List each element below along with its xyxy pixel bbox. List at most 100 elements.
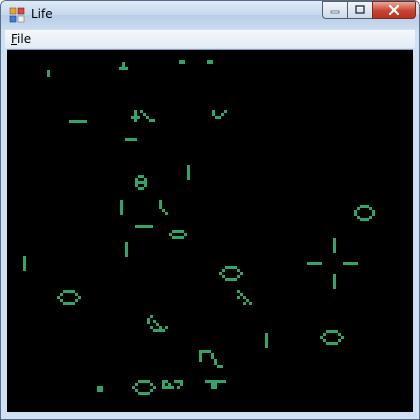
live-cell <box>140 110 143 113</box>
live-cell <box>135 178 138 181</box>
live-cell <box>217 365 220 368</box>
live-cell <box>177 386 180 389</box>
live-cell <box>172 236 175 239</box>
live-cell <box>135 225 138 228</box>
maximize-button[interactable] <box>347 1 373 19</box>
live-cell <box>84 120 87 123</box>
live-cell <box>199 353 202 356</box>
live-cell <box>349 262 352 265</box>
live-cell <box>78 296 81 299</box>
live-cell <box>187 165 190 168</box>
live-cell <box>181 236 184 239</box>
live-cell <box>202 350 205 353</box>
live-cell <box>172 230 175 233</box>
live-cell <box>156 329 159 332</box>
live-cell <box>181 230 184 233</box>
live-cell <box>23 268 26 271</box>
live-cell <box>147 392 150 395</box>
minimize-button[interactable] <box>322 1 348 19</box>
app-icon <box>9 7 25 23</box>
live-cell <box>208 380 211 383</box>
live-cell <box>100 389 103 392</box>
live-cell <box>69 290 72 293</box>
live-cell <box>333 280 336 283</box>
live-cell <box>137 116 140 119</box>
live-cell <box>125 67 128 70</box>
live-cell <box>147 318 150 321</box>
live-cell <box>214 359 217 362</box>
live-cell <box>199 359 202 362</box>
live-cell <box>144 181 147 184</box>
live-cell <box>205 380 208 383</box>
live-cell <box>144 225 147 228</box>
live-cell <box>159 329 162 332</box>
live-cell <box>168 386 171 389</box>
live-cell <box>211 380 214 383</box>
title-bar[interactable]: Life <box>1 1 419 29</box>
live-cell <box>125 245 128 248</box>
live-cell <box>165 386 168 389</box>
live-cell <box>360 218 363 221</box>
live-cell <box>220 365 223 368</box>
live-cell <box>333 250 336 253</box>
live-cell <box>168 383 171 386</box>
live-cell <box>214 380 217 383</box>
live-cell <box>150 225 153 228</box>
live-cell <box>228 266 231 269</box>
live-cell <box>338 339 341 342</box>
life-board-canvas[interactable] <box>7 50 413 412</box>
close-button[interactable] <box>372 1 416 19</box>
live-cell <box>354 210 357 213</box>
live-cell <box>78 120 81 123</box>
menu-file[interactable]: File <box>11 32 31 46</box>
live-cell <box>120 212 123 215</box>
live-cell <box>323 333 326 336</box>
live-cell <box>152 119 155 122</box>
live-cell <box>134 119 137 122</box>
live-cell <box>207 61 210 64</box>
live-cell <box>119 67 122 70</box>
live-cell <box>246 299 249 302</box>
live-cell <box>131 138 134 141</box>
life-board[interactable] <box>7 49 413 412</box>
live-cell <box>141 225 144 228</box>
live-cell <box>69 120 72 123</box>
live-cell <box>144 380 147 383</box>
live-cell <box>57 296 60 299</box>
app-window: Life File <box>0 0 420 420</box>
live-cell <box>72 120 75 123</box>
live-cell <box>265 342 268 345</box>
live-cell <box>335 330 338 333</box>
live-cell <box>162 386 165 389</box>
live-cell <box>69 302 72 305</box>
live-cell <box>81 120 84 123</box>
menu-file-label: ile <box>17 32 32 46</box>
live-cell <box>237 296 240 299</box>
live-cell <box>138 187 141 190</box>
live-cell <box>211 383 214 386</box>
live-cell <box>363 205 366 208</box>
live-cell <box>150 383 153 386</box>
live-cell <box>122 67 125 70</box>
live-cell <box>159 200 162 203</box>
live-cell <box>243 296 246 299</box>
live-cell <box>182 61 185 64</box>
live-cell <box>333 283 336 286</box>
live-cell <box>75 120 78 123</box>
live-cell <box>162 329 165 332</box>
live-cell <box>369 216 372 219</box>
live-cell <box>333 241 336 244</box>
live-cell <box>149 119 152 122</box>
live-cell <box>338 333 341 336</box>
live-cell <box>144 392 147 395</box>
live-cell <box>162 383 165 386</box>
menu-bar: File <box>5 30 415 48</box>
live-cell <box>307 262 310 265</box>
live-cell <box>177 380 180 383</box>
live-cell <box>159 203 162 206</box>
live-cell <box>165 380 168 383</box>
live-cell <box>153 320 156 323</box>
live-cell <box>156 323 159 326</box>
live-cell <box>134 113 137 116</box>
live-cell <box>159 206 162 209</box>
